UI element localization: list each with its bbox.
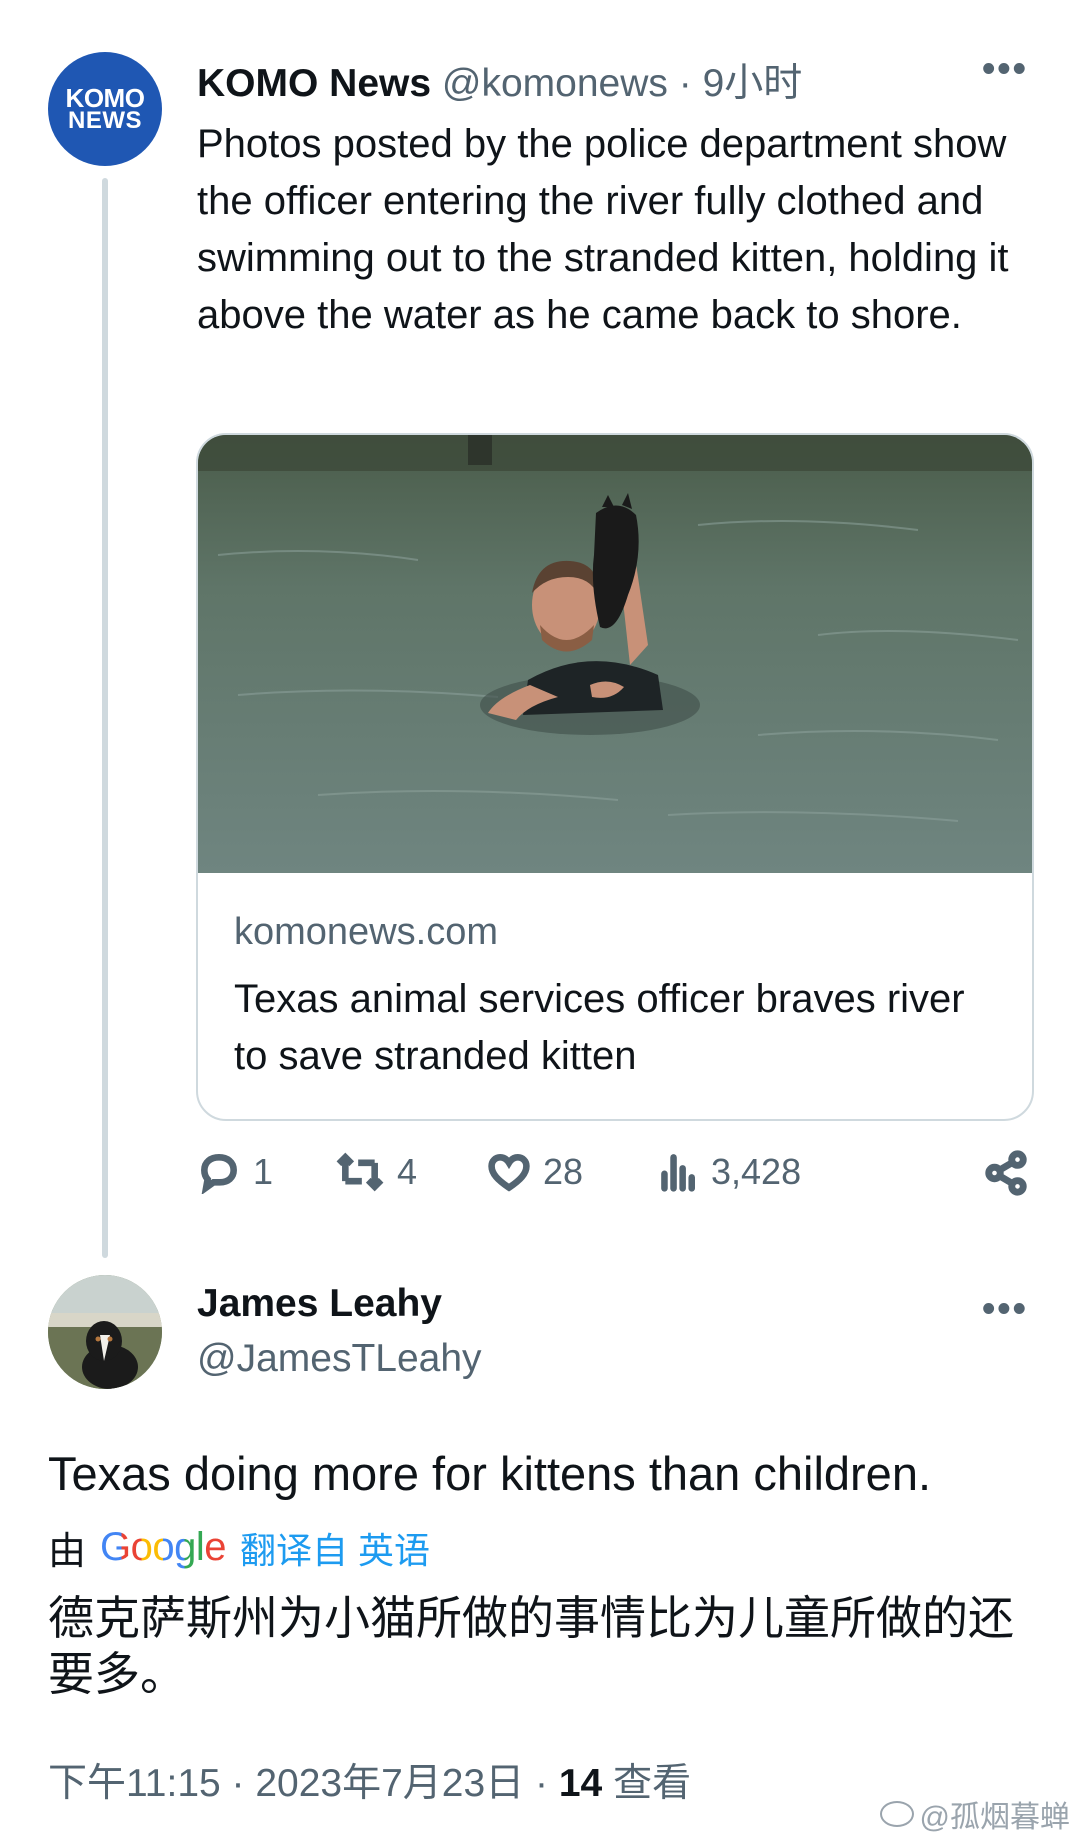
reply-author-name[interactable]: James Leahy <box>197 1282 442 1326</box>
translated-from-link[interactable]: 翻译自 英语 <box>240 1522 430 1574</box>
watermark-text: @孤烟暮蝉 <box>919 1801 1070 1834</box>
card-domain: komonews.com <box>234 911 498 953</box>
views-count: 3,428 <box>711 1151 802 1192</box>
watermark: @孤烟暮蝉 <box>879 1792 1070 1836</box>
translation-attribution: 由 Google 翻译自 英语 <box>48 1520 430 1575</box>
google-logo: Google <box>100 1525 226 1570</box>
author-name[interactable]: KOMO News <box>197 62 431 105</box>
heart-icon <box>488 1154 530 1192</box>
reply-text: Texas doing more for kittens than childr… <box>48 1447 932 1500</box>
reply-more-icon[interactable]: ••• <box>982 1288 1028 1331</box>
komo-avatar[interactable]: KOMO NEWS <box>48 52 162 166</box>
reply-footer: 下午11:15 · 2023年7月23日 · 14 查看 <box>48 1752 691 1808</box>
retweet-icon <box>336 1152 384 1192</box>
thread-line <box>102 178 108 1258</box>
weibo-icon <box>879 1801 914 1827</box>
author-handle[interactable]: @komonews <box>442 62 668 105</box>
translated-text: 德克萨斯州为小猫所做的事情比为儿童所做的还要多。 <box>48 1592 1014 1700</box>
views-button[interactable]: 3,428 <box>659 1150 801 1194</box>
like-button[interactable]: 28 <box>487 1150 583 1194</box>
card-image <box>198 435 1032 873</box>
tweet-actions: 1 4 28 3,428 <box>197 1150 1037 1210</box>
share-button[interactable] <box>983 1150 1029 1196</box>
retweet-button[interactable]: 4 <box>335 1150 417 1194</box>
google-text: Google <box>100 1525 226 1569</box>
reply-timestamp[interactable]: 下午11:15 · 2023年7月23日 · <box>48 1762 559 1805</box>
like-count: 28 <box>543 1151 584 1192</box>
link-card[interactable]: komonews.com Texas animal services offic… <box>196 433 1034 1121</box>
reply-author-handle[interactable]: @JamesTLeahy <box>197 1337 482 1381</box>
tweet-text: Photos posted by the police department s… <box>197 122 1009 337</box>
reply-views-count: 14 <box>558 1762 603 1805</box>
reply-views-label: 查看 <box>602 1762 692 1805</box>
avatar-text-news: NEWS <box>68 106 142 134</box>
share-icon <box>985 1150 1027 1196</box>
header-separator: · <box>667 62 703 105</box>
reply-icon <box>201 1154 237 1194</box>
tweet-header: KOMO News @komonews · 9小时 <box>197 52 802 108</box>
james-avatar[interactable] <box>48 1275 162 1389</box>
more-icon[interactable]: ••• <box>982 48 1028 91</box>
retweet-count: 4 <box>397 1151 418 1192</box>
reply-button[interactable]: 1 <box>197 1150 273 1194</box>
views-icon <box>661 1154 695 1192</box>
reply-count: 1 <box>253 1151 274 1192</box>
translated-by-label: 由 <box>48 1531 87 1573</box>
card-title: Texas animal services officer braves riv… <box>234 977 965 1078</box>
tweet-time[interactable]: 9小时 <box>703 62 803 105</box>
